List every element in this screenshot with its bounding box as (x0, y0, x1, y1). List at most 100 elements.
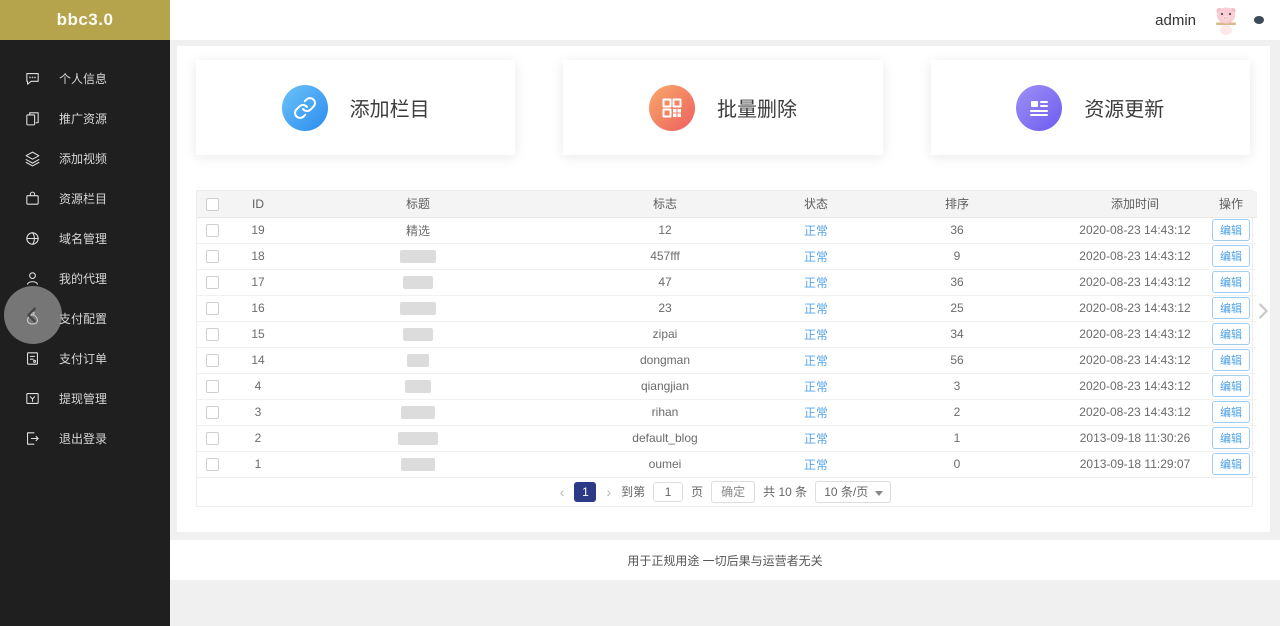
page-unit-label: 页 (691, 485, 704, 499)
table-row: 19 精选 12 正常 36 2020-08-23 14:43:12 编辑 (197, 217, 1257, 244)
col-action: 操作 (1205, 191, 1257, 218)
sidebar-item-logout[interactable]: 退出登录 (0, 418, 170, 458)
row-checkbox[interactable] (205, 328, 219, 342)
cell-title (289, 451, 547, 478)
edit-button[interactable]: 编辑 (1212, 323, 1250, 345)
sidebar-item-personal-info[interactable]: 个人信息 (0, 58, 170, 98)
col-sort: 排序 (849, 191, 1065, 218)
redacted-title (403, 328, 433, 342)
table-row: 15 zipai 正常 34 2020-08-23 14:43:12 编辑 (197, 321, 1257, 348)
cell-id: 16 (227, 295, 289, 322)
select-all-checkbox[interactable] (205, 197, 219, 211)
row-checkbox[interactable] (205, 302, 219, 316)
sidebar-item-label: 添加视频 (59, 151, 108, 166)
logout-icon (24, 430, 41, 447)
footer: 用于正规用途 一切后果与运营者无关 (170, 540, 1280, 580)
page-size-select[interactable]: 10 条/页 (815, 480, 892, 503)
sidebar-item-resource-columns[interactable]: 资源栏目 (0, 178, 170, 218)
edit-button[interactable]: 编辑 (1212, 219, 1250, 241)
cell-flag: dongman (547, 347, 783, 374)
table-row: 3 rihan 正常 2 2020-08-23 14:43:12 编辑 (197, 399, 1257, 426)
action-cards: 添加栏目 批量删除 资源更新 (177, 46, 1270, 155)
cell-id: 14 (227, 347, 289, 374)
avatar[interactable] (1210, 4, 1242, 36)
table-row: 1 oumei 正常 0 2013-09-18 11:29:07 编辑 (197, 451, 1257, 478)
table-row: 14 dongman 正常 56 2020-08-23 14:43:12 编辑 (197, 347, 1257, 374)
sidebar-item-label: 资源栏目 (59, 191, 108, 206)
resource-table: ID 标题 标志 状态 排序 添加时间 操作 19 精选 12 正常 36 2020-08… (196, 190, 1257, 507)
cell-id: 1 (227, 451, 289, 478)
row-checkbox[interactable] (205, 250, 219, 264)
status-badge: 正常 (783, 373, 849, 400)
status-badge: 正常 (783, 425, 849, 452)
edit-button[interactable]: 编辑 (1212, 401, 1250, 423)
pagination: ‹ 1 › 到第 页 确定 共 10 条 10 条/页 (197, 477, 1252, 506)
cell-title (289, 321, 547, 348)
add-column-card[interactable]: 添加栏目 (196, 60, 516, 155)
row-checkbox[interactable] (205, 380, 219, 394)
edit-button[interactable]: 编辑 (1212, 375, 1250, 397)
cell-sort: 25 (849, 295, 1065, 322)
cell-time: 2020-08-23 14:43:12 (1065, 399, 1205, 426)
col-status: 状态 (783, 191, 849, 218)
cell-flag: 12 (547, 217, 783, 244)
cell-sort: 0 (849, 451, 1065, 478)
pagination-confirm-button[interactable]: 确定 (711, 480, 756, 503)
redacted-title (400, 250, 436, 264)
cell-time: 2020-08-23 14:43:12 (1065, 295, 1205, 322)
pagination-page-1[interactable]: 1 (574, 481, 597, 502)
pagination-prev-icon[interactable]: ‹ (558, 484, 567, 500)
cell-sort: 9 (849, 243, 1065, 270)
row-checkbox[interactable] (205, 276, 219, 290)
sidebar-item-label: 个人信息 (59, 71, 108, 86)
cell-sort: 56 (849, 347, 1065, 374)
status-badge: 正常 (783, 269, 849, 296)
sidebar-item-label: 退出登录 (59, 431, 108, 446)
cell-sort: 1 (849, 425, 1065, 452)
redacted-title (401, 406, 435, 420)
row-checkbox[interactable] (205, 458, 219, 472)
pagination-next-icon[interactable]: › (604, 484, 613, 500)
layers-icon (24, 150, 41, 167)
page-size-value: 10 条/页 (824, 485, 869, 499)
sidebar-item-add-video[interactable]: 添加视频 (0, 138, 170, 178)
row-checkbox[interactable] (205, 224, 219, 238)
cell-title (289, 347, 547, 374)
edit-button[interactable]: 编辑 (1212, 349, 1250, 371)
edit-button[interactable]: 编辑 (1212, 271, 1250, 293)
col-time: 添加时间 (1065, 191, 1205, 218)
cell-id: 2 (227, 425, 289, 452)
chevron-right-icon (1259, 303, 1268, 319)
sidebar-item-label: 我的代理 (59, 271, 108, 286)
row-checkbox[interactable] (205, 354, 219, 368)
header-dot-icon[interactable] (1254, 16, 1264, 24)
cell-id: 15 (227, 321, 289, 348)
edit-button[interactable]: 编辑 (1212, 245, 1250, 267)
sidebar-item-payment-orders[interactable]: 支付订单 (0, 338, 170, 378)
status-badge: 正常 (783, 217, 849, 244)
edit-button[interactable]: 编辑 (1212, 453, 1250, 475)
user-icon (24, 270, 41, 287)
topbar: admin (170, 0, 1280, 40)
cell-title: 精选 (289, 217, 547, 244)
sidebar-item-domain-management[interactable]: 域名管理 (0, 218, 170, 258)
status-badge: 正常 (783, 451, 849, 478)
resource-update-card[interactable]: 资源更新 (930, 60, 1250, 155)
row-checkbox[interactable] (205, 406, 219, 420)
sidebar-item-promo-resources[interactable]: 推广资源 (0, 98, 170, 138)
table-row: 18 457fff 正常 9 2020-08-23 14:43:12 编辑 (197, 243, 1257, 270)
carousel-right-button[interactable] (1252, 300, 1274, 327)
footer-disclaimer: 用于正规用途 一切后果与运营者无关 (627, 553, 823, 568)
withdraw-icon (24, 390, 41, 407)
edit-button[interactable]: 编辑 (1212, 297, 1250, 319)
cell-sort: 2 (849, 399, 1065, 426)
edit-button[interactable]: 编辑 (1212, 427, 1250, 449)
sidebar-item-withdrawal-management[interactable]: 提现管理 (0, 378, 170, 418)
carousel-left-button[interactable] (4, 286, 62, 344)
goto-label: 到第 (621, 485, 646, 499)
page-number-input[interactable] (653, 481, 684, 502)
cell-sort: 34 (849, 321, 1065, 348)
row-checkbox[interactable] (205, 432, 219, 446)
cell-sort: 36 (849, 217, 1065, 244)
batch-delete-card[interactable]: 批量删除 (563, 60, 883, 155)
